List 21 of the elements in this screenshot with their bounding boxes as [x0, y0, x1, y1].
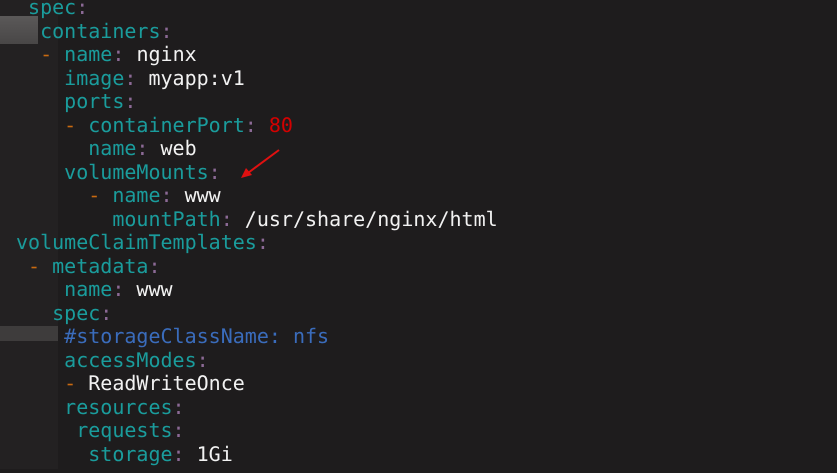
code-line: requests: [76, 419, 185, 442]
code-line: - name: nginx [40, 43, 197, 66]
code-line: ports: [64, 90, 136, 114]
code-line: #storageClassName: nfs [64, 325, 330, 348]
code-line: spec: [28, 0, 88, 20]
code-line: - name: www [88, 184, 221, 208]
code-line: containers: [40, 20, 173, 43]
window-thumbnail[interactable] [0, 326, 58, 341]
code-line: spec: [52, 302, 112, 325]
code-line: volumeClaimTemplates: [16, 231, 269, 254]
code-line: image: myapp:v1 [64, 66, 245, 90]
code-line: volumeMounts: [64, 160, 221, 184]
code-line: name: www [64, 278, 173, 302]
code-line: accessModes: [64, 348, 209, 372]
code-line: name: web [88, 137, 197, 160]
code-line: storage: 1Gi [88, 442, 233, 466]
code-line: - metadata: [28, 254, 161, 278]
code-line: mountPath: /usr/share/nginx/html [112, 208, 498, 231]
code-line: resources: [64, 396, 185, 419]
code-line: - containerPort: 80 [64, 114, 293, 137]
code-line: - ReadWriteOnce [64, 372, 245, 396]
